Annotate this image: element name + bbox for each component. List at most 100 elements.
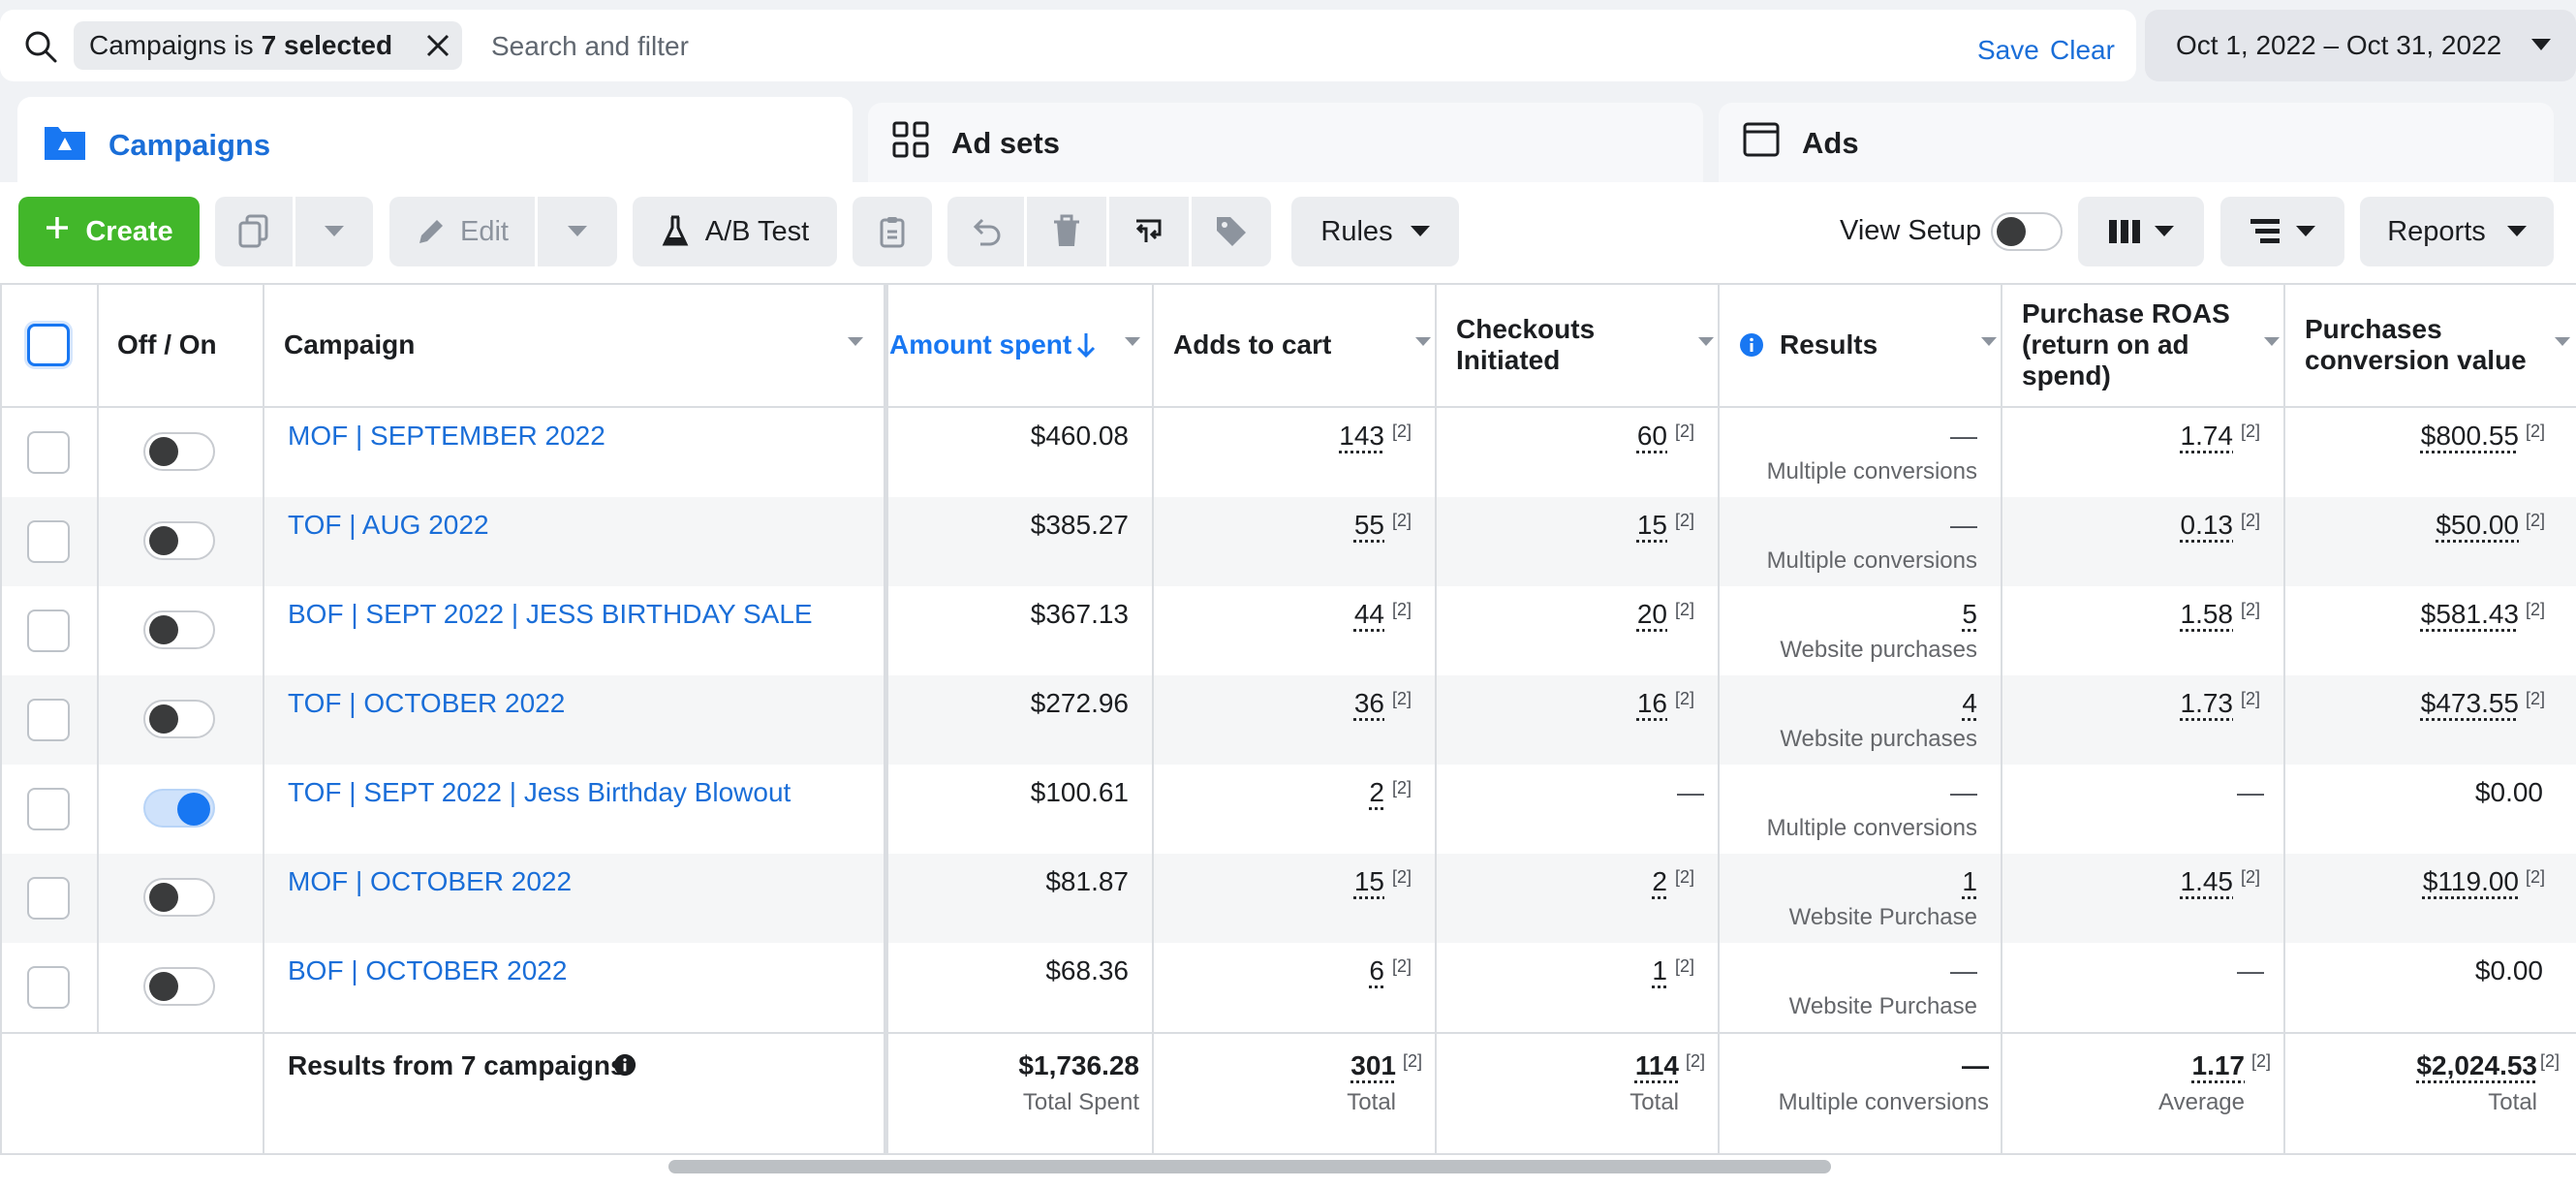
checkouts-cell[interactable]: 15 (1637, 510, 1667, 541)
tab-campaigns[interactable]: Campaigns (17, 97, 853, 194)
column-header-checkouts-initiated[interactable]: Checkouts Initiated (1456, 283, 1725, 407)
row-checkbox[interactable] (27, 610, 70, 652)
conversion-value-cell[interactable]: $50.00 (2436, 510, 2519, 541)
date-range-picker[interactable]: Oct 1, 2022 – Oct 31, 2022 (2145, 10, 2576, 81)
column-header-results[interactable]: Results (1739, 283, 2008, 407)
column-header-purchase-roas[interactable]: Purchase ROAS (return on ad spend) (2022, 283, 2291, 407)
column-header-purchases-conversion-value[interactable]: Purchases conversion value (2305, 283, 2574, 407)
results-cell[interactable]: 4 (1962, 688, 1977, 719)
results-cell[interactable]: 1 (1962, 866, 1977, 897)
amount-spent-cell: $272.96 (1030, 688, 1129, 718)
total-roas[interactable]: 1.17 (2192, 1050, 2246, 1081)
search-input[interactable] (491, 27, 1944, 66)
adds-to-cart-cell[interactable]: 15 (1354, 866, 1384, 897)
ab-test-button[interactable]: A/B Test (633, 197, 837, 266)
campaign-toggle[interactable] (143, 789, 215, 828)
export-button[interactable] (1109, 197, 1189, 266)
campaign-name-link[interactable]: TOF | AUG 2022 (288, 510, 489, 541)
row-checkbox[interactable] (27, 788, 70, 830)
column-header-adds-to-cart[interactable]: Adds to cart (1173, 283, 1443, 407)
roas-cell[interactable]: 1.58 (2181, 599, 2234, 630)
conversion-value-cell[interactable]: $581.43 (2421, 599, 2519, 630)
view-setup-toggle[interactable] (1991, 212, 2063, 251)
campaign-toggle[interactable] (143, 521, 215, 560)
campaign-toggle[interactable] (143, 610, 215, 649)
campaign-name-link[interactable]: MOF | SEPTEMBER 2022 (288, 421, 605, 452)
roas-cell[interactable]: 0.13 (2181, 510, 2234, 541)
edit-button[interactable]: Edit (389, 197, 535, 266)
checkouts-cell[interactable]: 16 (1637, 688, 1667, 719)
row-checkbox[interactable] (27, 966, 70, 1009)
conversion-value-cell[interactable]: $800.55 (2421, 421, 2519, 452)
tag-button[interactable] (1192, 197, 1271, 266)
clear-button[interactable]: Clear (2050, 35, 2115, 66)
horizontal-scrollbar[interactable] (668, 1160, 1831, 1173)
select-all-checkbox[interactable] (27, 324, 70, 366)
adds-to-cart-cell[interactable]: 143 (1339, 421, 1384, 452)
checkouts-cell[interactable]: 1 (1652, 955, 1667, 986)
caret-down-icon (2155, 226, 2174, 236)
checkouts-cell[interactable]: 20 (1637, 599, 1667, 630)
roas-cell[interactable]: 1.45 (2181, 866, 2234, 897)
view-setup-label: View Setup (1840, 215, 1982, 246)
info-icon[interactable] (613, 1053, 636, 1077)
checkouts-cell[interactable]: 60 (1637, 421, 1667, 452)
campaign-name-link[interactable]: TOF | SEPT 2022 | Jess Birthday Blowout (288, 777, 791, 808)
search-icon[interactable] (21, 27, 60, 66)
campaign-toggle[interactable] (143, 432, 215, 471)
row-checkbox[interactable] (27, 877, 70, 920)
clipboard-button[interactable] (853, 197, 932, 266)
total-adds-to-cart[interactable]: 301 (1350, 1050, 1396, 1081)
total-checkouts[interactable]: 114 (1635, 1050, 1679, 1081)
adds-to-cart-cell[interactable]: 36 (1354, 688, 1384, 719)
tab-label: Ad sets (951, 126, 1060, 160)
columns-button[interactable] (2078, 197, 2204, 266)
close-icon[interactable] (414, 21, 462, 70)
trash-icon (1054, 214, 1079, 246)
campaign-name-link[interactable]: MOF | OCTOBER 2022 (288, 866, 572, 897)
delete-button[interactable] (1027, 197, 1106, 266)
campaign-toggle[interactable] (143, 967, 215, 1006)
conversion-value-cell[interactable]: $119.00 (2423, 866, 2519, 897)
conversion-value-cell: $0.00 (2474, 955, 2543, 985)
rules-button[interactable]: Rules (1291, 197, 1459, 266)
save-button[interactable]: Save (1977, 35, 2039, 66)
row-checkbox[interactable] (27, 431, 70, 474)
conversion-value-cell[interactable]: $473.55 (2421, 688, 2519, 719)
campaign-name-link[interactable]: TOF | OCTOBER 2022 (288, 688, 565, 719)
rules-label: Rules (1320, 215, 1393, 247)
adds-to-cart-cell[interactable]: 44 (1354, 599, 1384, 630)
reports-button[interactable]: Reports (2360, 197, 2554, 266)
roas-cell[interactable]: 1.74 (2181, 421, 2234, 452)
adds-to-cart-cell[interactable]: 55 (1354, 510, 1384, 541)
roas-cell[interactable]: 1.73 (2181, 688, 2234, 719)
breakdown-button[interactable] (2220, 197, 2344, 266)
column-header-amount-spent[interactable]: Amount spent (889, 283, 1152, 407)
total-conversion-value[interactable]: $2,024.53 (2416, 1050, 2537, 1081)
campaign-name-link[interactable]: BOF | OCTOBER 2022 (288, 955, 567, 986)
column-header-campaign[interactable]: Campaign (284, 283, 875, 407)
edit-dropdown[interactable] (538, 197, 617, 266)
undo-button[interactable] (947, 197, 1024, 266)
grid-icon (891, 120, 930, 167)
total-amount-spent: $1,736.28 (1018, 1050, 1139, 1080)
adds-to-cart-cell[interactable]: 2 (1369, 777, 1384, 808)
info-icon (1740, 333, 1763, 357)
row-checkbox[interactable] (27, 520, 70, 563)
duplicate-dropdown[interactable] (295, 197, 373, 266)
filter-chip[interactable]: Campaigns is 7 selected (74, 21, 463, 70)
tab-ad-sets[interactable]: Ad sets (868, 103, 1703, 184)
row-checkbox[interactable] (27, 699, 70, 741)
results-cell[interactable]: 5 (1962, 599, 1977, 630)
campaign-name-link[interactable]: BOF | SEPT 2022 | JESS BIRTHDAY SALE (288, 599, 813, 630)
campaign-toggle[interactable] (143, 878, 215, 917)
create-button[interactable]: Create (18, 197, 200, 266)
tab-ads[interactable]: Ads (1719, 103, 2554, 184)
adds-to-cart-cell[interactable]: 6 (1369, 955, 1384, 986)
reports-label: Reports (2387, 215, 2486, 247)
checkouts-cell[interactable]: 2 (1652, 866, 1667, 897)
swap-icon (1135, 219, 1162, 242)
flask-icon (662, 215, 689, 246)
campaign-toggle[interactable] (143, 700, 215, 738)
duplicate-button[interactable] (215, 197, 293, 266)
